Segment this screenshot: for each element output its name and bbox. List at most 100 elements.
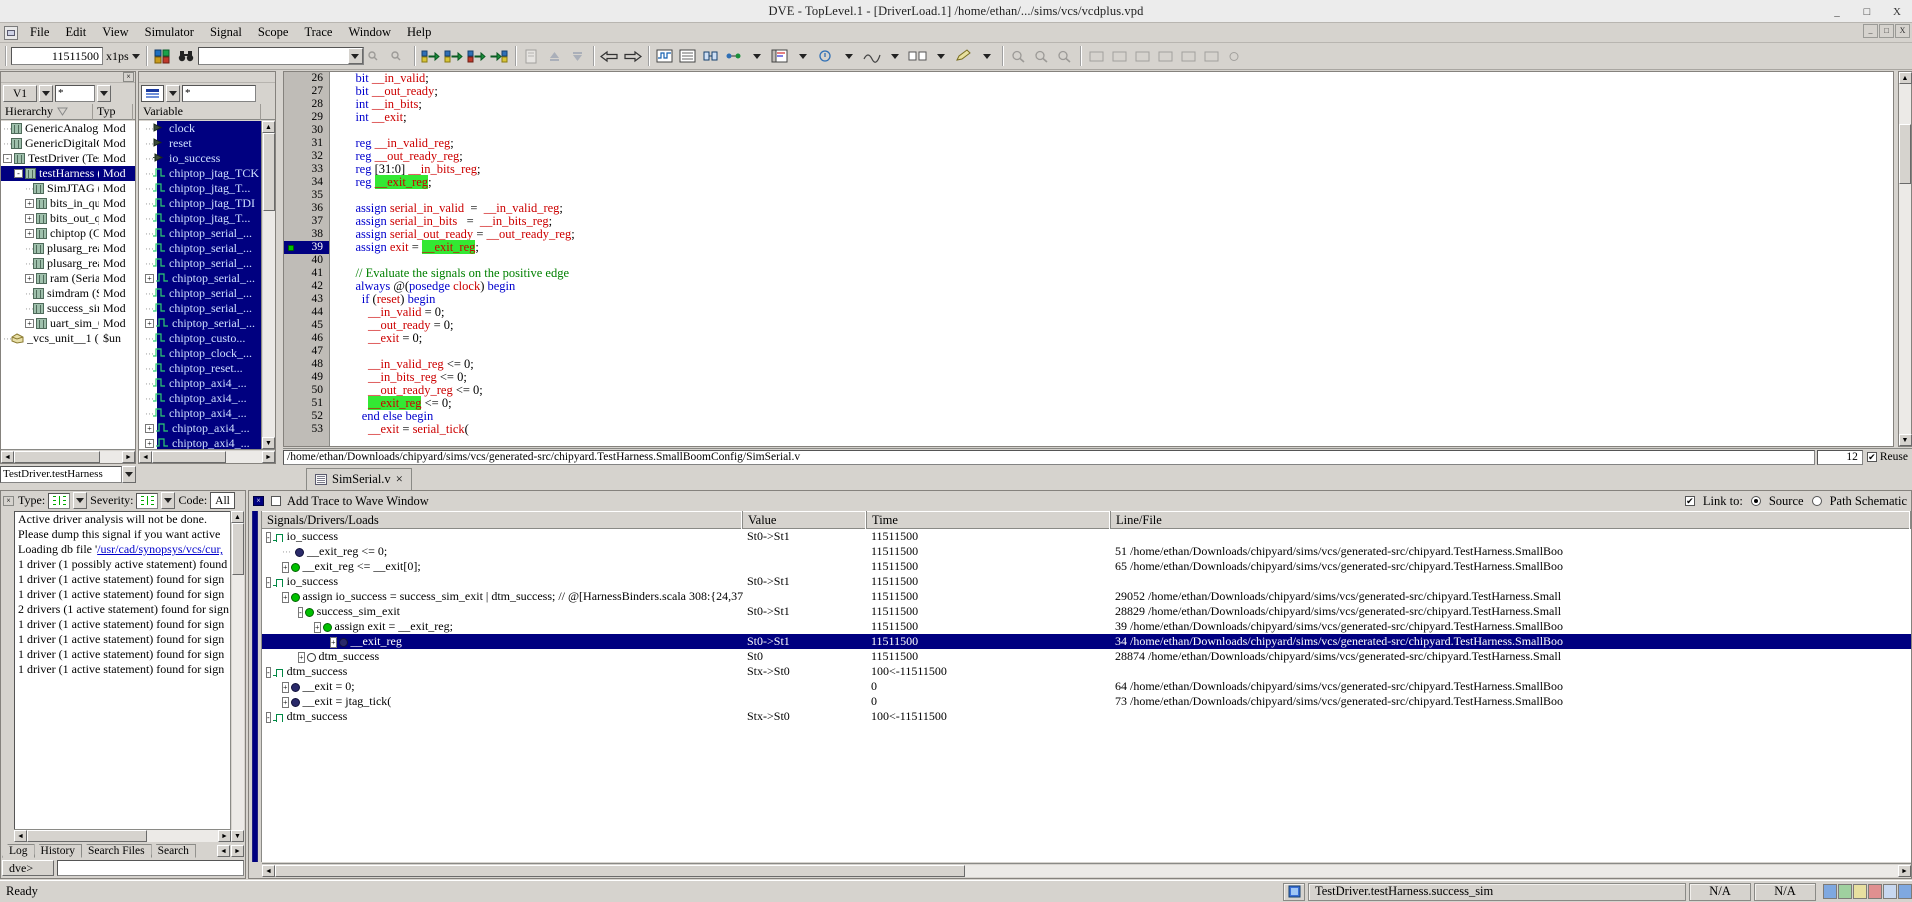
driver-row[interactable]: + __exit_reg St0->St1 11511500 34 /home/etha… (262, 634, 1911, 649)
breakpoint-icon[interactable] (288, 245, 294, 251)
line-number[interactable]: 27 (284, 85, 329, 98)
line-number-gutter[interactable]: 26 27 28 29 30 31 32 33 34 35 36 37 38 39 40 41 42 43 44 45… (284, 72, 330, 446)
variable-row[interactable]: + chiptop_serial_... (139, 271, 261, 286)
menu-simulator[interactable]: Simulator (137, 24, 202, 41)
driver-row[interactable]: + assign exit = __exit_reg; 11511500 39 /ho… (262, 619, 1911, 634)
editor-vscrollbar[interactable]: ▲ ▼ (1898, 71, 1912, 447)
collapse-icon[interactable]: - (298, 607, 303, 618)
new-document-icon[interactable] (521, 45, 543, 67)
annotate-dropdown-icon[interactable] (976, 45, 998, 67)
line-number[interactable]: 31 (284, 137, 329, 150)
variable-row[interactable]: ··· chiptop_axi4_... (139, 376, 261, 391)
list-window-icon[interactable] (677, 45, 699, 67)
line-number[interactable]: 40 (284, 254, 329, 267)
expand-icon[interactable]: + (145, 439, 154, 448)
log-tab-search[interactable]: Search (150, 843, 196, 858)
editor-vscroll-track[interactable] (1899, 84, 1911, 434)
log-type-dropdown-icon[interactable] (73, 492, 88, 509)
source-editor[interactable]: 26 27 28 29 30 31 32 33 34 35 36 37 38 39 40 41 42 43 44 45… (283, 71, 1894, 447)
forward-arrow-icon[interactable] (622, 45, 644, 67)
vhscroll-left-icon[interactable]: ◄ (139, 450, 152, 463)
variable-row[interactable]: ··· clock (139, 121, 261, 136)
menu-file[interactable]: File (22, 24, 57, 41)
variable-row[interactable]: ··· chiptop_serial_... (139, 286, 261, 301)
hierarchy-row[interactable]: + ram (SerialR... Mod (1, 271, 135, 286)
assertion-dropdown-icon[interactable] (838, 45, 860, 67)
code-line[interactable]: __exit = serial_tick( (331, 423, 1893, 436)
code-line[interactable]: __exit_reg <= 0; (331, 396, 1893, 410)
expand-icon[interactable]: + (282, 682, 289, 693)
expand-icon[interactable]: + (282, 592, 289, 603)
log-tab-strip[interactable]: Log History Search Files Search ◄ ► (2, 843, 244, 858)
expand-icon[interactable]: + (282, 562, 289, 573)
expand-icon[interactable]: + (25, 319, 34, 328)
move-up-icon[interactable] (544, 45, 566, 67)
log-code-value[interactable]: All (210, 492, 235, 509)
variable-row[interactable]: ··· io_success (139, 151, 261, 166)
link-to-checkbox[interactable]: ✔ (1684, 496, 1695, 506)
source-window-icon[interactable] (769, 45, 791, 67)
driver-row[interactable]: + dtm_success St0 11511500 28874 /home/ethan… (262, 649, 1911, 664)
variable-row[interactable]: ··· chiptop_jtag_T... (139, 211, 261, 226)
log-hscroll-left-icon[interactable]: ◄ (14, 830, 27, 842)
expand-icon[interactable]: + (145, 424, 154, 433)
editor-scroll-down-icon[interactable]: ▼ (1898, 434, 1912, 446)
variable-row[interactable]: ··· chiptop_custo... (139, 331, 261, 346)
variable-row[interactable]: + chiptop_axi4_... (139, 436, 261, 449)
collapse-icon[interactable]: - (266, 577, 271, 588)
menu-scope[interactable]: Scope (250, 24, 297, 41)
driver-row[interactable]: - dtm_success Stx->St0 100<-11511500 (262, 664, 1911, 679)
line-number[interactable]: 35 (284, 189, 329, 202)
drivers-hscroll-left-icon[interactable]: ◄ (262, 865, 275, 877)
line-number[interactable]: 51 (284, 397, 329, 410)
vscroll-track[interactable] (262, 133, 275, 437)
line-number[interactable]: 29 (284, 111, 329, 124)
editor-scroll-up-icon[interactable]: ▲ (1898, 72, 1912, 84)
driver-row[interactable]: + __exit = 0; 0 64 /home/ethan/Downloads/ch… (262, 679, 1911, 694)
system-menu-icon[interactable] (4, 25, 18, 40)
code-line[interactable]: __in_bits_reg <= 0; (331, 371, 1893, 384)
menu-window[interactable]: Window (340, 24, 399, 41)
hierarchy-row[interactable]: ··· SimJTAG (Si... Mod (1, 181, 135, 196)
annotate-icon[interactable] (953, 45, 975, 67)
col-linefile[interactable]: Line/File (1111, 511, 1911, 529)
vhscroll-track[interactable] (152, 450, 262, 463)
line-number[interactable]: 42 (284, 280, 329, 293)
log-hscrollbar[interactable]: ◄ ► (14, 829, 231, 842)
mdi-minimize-icon[interactable]: _ (1863, 24, 1878, 38)
source-dropdown-icon[interactable] (792, 45, 814, 67)
stop-icon[interactable] (1155, 45, 1177, 67)
code-line[interactable]: __in_valid_reg <= 0; (331, 358, 1893, 371)
code-line[interactable]: if (reset) begin (331, 293, 1893, 306)
hierarchy-row[interactable]: ··· simdram (Si... Mod (1, 286, 135, 301)
variable-row[interactable]: ··· chiptop_serial_... (139, 226, 261, 241)
driver-trace-icon[interactable] (420, 45, 442, 67)
move-down-icon[interactable] (567, 45, 589, 67)
log-scroll-down-icon[interactable]: ▼ (231, 830, 244, 842)
line-number[interactable]: 36 (284, 202, 329, 215)
log-type-select[interactable] (48, 492, 71, 509)
vscroll-down-icon[interactable]: ▼ (262, 437, 275, 449)
simulation-time-input[interactable]: 11511500 (11, 47, 103, 65)
find-binoculars-icon[interactable] (175, 45, 197, 67)
coverage-window-icon[interactable] (861, 45, 883, 67)
editor-file-path[interactable]: /home/ethan/Downloads/chipyard/sims/vcs/… (283, 449, 1815, 465)
line-number[interactable]: 48 (284, 358, 329, 371)
variable-filter-input[interactable]: * (182, 85, 256, 102)
variable-vscrollbar[interactable]: ▲ ▼ (261, 121, 275, 449)
variable-row[interactable]: ··· chiptop_jtag_T... (139, 181, 261, 196)
variable-hscrollbar[interactable]: ◄ ► (139, 449, 275, 463)
line-number[interactable]: 32 (284, 150, 329, 163)
code-line[interactable]: // Evaluate the signals on the positive … (331, 267, 1893, 280)
log-hscroll-track[interactable] (27, 830, 218, 842)
code-line[interactable]: __exit = 0; (331, 332, 1893, 345)
collapse-icon[interactable]: - (3, 154, 12, 163)
editor-reuse-option[interactable]: ✔ Reuse (1863, 451, 1912, 463)
source-code-area[interactable]: bit __in_valid; bit __out_ready; int __i… (331, 72, 1893, 446)
mdi-restore-icon[interactable]: □ (1879, 24, 1894, 38)
drivers-close-icon[interactable]: × (253, 496, 264, 506)
variable-row[interactable]: ··· chiptop_axi4_... (139, 406, 261, 421)
code-line[interactable]: __out_ready = 0; (331, 319, 1893, 332)
col-time[interactable]: Time (867, 511, 1111, 529)
col-signals[interactable]: Signals/Drivers/Loads (262, 511, 743, 529)
